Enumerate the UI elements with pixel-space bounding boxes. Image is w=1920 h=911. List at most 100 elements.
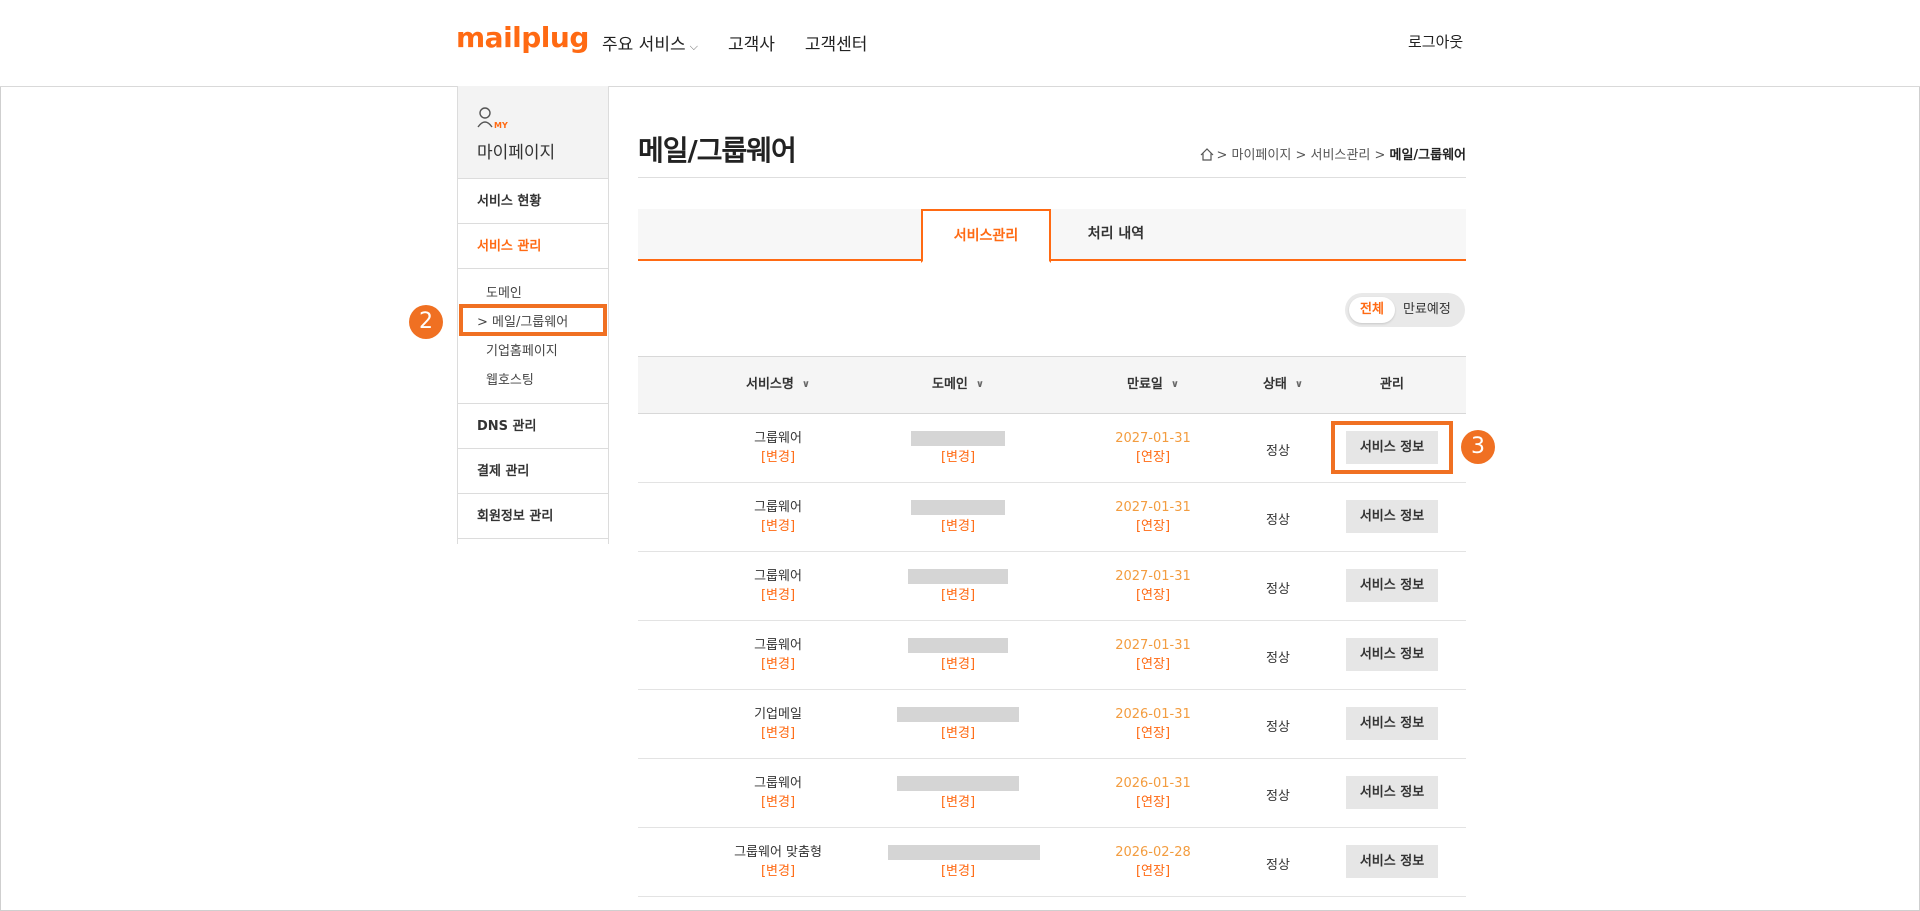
status-cell: 정상 bbox=[1266, 582, 1290, 597]
my-user-icon: MY bbox=[477, 107, 508, 130]
service-change-link[interactable]: [변경] bbox=[698, 724, 858, 743]
highlight-box-mail-menu bbox=[459, 304, 607, 336]
col-domain[interactable]: 도메인 ∨ bbox=[888, 357, 1028, 414]
table-row: 그룹웨어 맞춤형 [변경] [변경] 2026-02-28 [연장] 정상 서비스 정보 bbox=[638, 828, 1466, 897]
domain-cell: [변경] bbox=[888, 567, 1028, 605]
service-name-cell: 그룹웨어 [변경] bbox=[698, 774, 858, 812]
service-name: 그룹웨어 bbox=[754, 776, 802, 791]
col-label: 도메인 bbox=[931, 377, 968, 392]
expiry-cell: 2027-01-31 [연장] bbox=[1083, 636, 1223, 674]
breadcrumb-service-manage[interactable]: 서비스관리 bbox=[1310, 148, 1370, 163]
domain-cell: [변경] bbox=[888, 636, 1028, 674]
service-info-button[interactable]: 서비스 정보 bbox=[1346, 569, 1438, 602]
expiry-date: 2026-01-31 bbox=[1115, 707, 1191, 722]
service-change-link[interactable]: [변경] bbox=[698, 586, 858, 605]
step-marker-2: 2 bbox=[409, 305, 443, 339]
extend-link[interactable]: [연장] bbox=[1083, 862, 1223, 881]
domain-cell: [변경] bbox=[888, 498, 1028, 536]
nav-customers[interactable]: 고객사 bbox=[728, 30, 775, 55]
domain-change-link[interactable]: [변경] bbox=[888, 655, 1028, 674]
expiry-date: 2027-01-31 bbox=[1115, 638, 1191, 653]
service-name-cell: 그룹웨어 [변경] bbox=[698, 429, 858, 467]
domain-change-link[interactable]: [변경] bbox=[888, 448, 1028, 467]
domain-change-link[interactable]: [변경] bbox=[888, 793, 1028, 812]
mailplug-logo[interactable]: mailplug bbox=[456, 21, 589, 54]
service-info-button[interactable]: 서비스 정보 bbox=[1346, 707, 1438, 740]
service-change-link[interactable]: [변경] bbox=[698, 793, 858, 812]
expiry-cell: 2026-02-28 [연장] bbox=[1083, 843, 1223, 881]
col-service-name[interactable]: 서비스명 ∨ bbox=[698, 357, 858, 414]
domain-masked bbox=[911, 500, 1005, 515]
sidebar-item-member-info[interactable]: 회원정보 관리 bbox=[458, 494, 608, 539]
breadcrumb-mypage[interactable]: 마이페이지 bbox=[1231, 148, 1291, 163]
sidebar-subitem-homepage[interactable]: 기업홈페이지 bbox=[458, 337, 608, 366]
table-row: 그룹웨어 [변경] [변경] 2026-01-31 [연장] 정상 서비스 정보 bbox=[638, 759, 1466, 828]
expiry-date: 2026-02-28 bbox=[1115, 845, 1191, 860]
service-name-cell: 기업메일 [변경] bbox=[698, 705, 858, 743]
service-info-button[interactable]: 서비스 정보 bbox=[1346, 776, 1438, 809]
extend-link[interactable]: [연장] bbox=[1083, 517, 1223, 536]
table-row: 그룹웨어 [변경] [변경] 2027-01-31 [연장] 정상 서비스 정보 bbox=[638, 552, 1466, 621]
service-change-link[interactable]: [변경] bbox=[698, 655, 858, 674]
sort-chevron-icon: ∨ bbox=[801, 379, 810, 390]
service-info-button[interactable]: 서비스 정보 bbox=[1346, 638, 1438, 671]
extend-link[interactable]: [연장] bbox=[1083, 724, 1223, 743]
sidebar-item-service-status[interactable]: 서비스 현황 bbox=[458, 179, 608, 224]
service-change-link[interactable]: [변경] bbox=[698, 862, 858, 881]
sidebar-subitem-webhosting[interactable]: 웹호스팅 bbox=[458, 366, 608, 395]
domain-change-link[interactable]: [변경] bbox=[888, 586, 1028, 605]
table-header: 서비스명 ∨ 도메인 ∨ 만료일 ∨ 상태 ∨ 관리 bbox=[638, 356, 1466, 414]
tab-history[interactable]: 처리 내역 bbox=[1051, 209, 1181, 261]
domain-change-link[interactable]: [변경] bbox=[888, 724, 1028, 743]
table-row: 그룹웨어 [변경] [변경] 2027-01-31 [연장] 정상 서비스 정보 bbox=[638, 621, 1466, 690]
top-header: mailplug 주요 서비스 ⌵ 고객사 고객센터 로그아웃 bbox=[0, 0, 1920, 87]
sidebar-item-payment[interactable]: 결제 관리 bbox=[458, 449, 608, 494]
service-name-cell: 그룹웨어 [변경] bbox=[698, 636, 858, 674]
domain-cell: [변경] bbox=[888, 774, 1028, 812]
page-title: 메일/그룹웨어 bbox=[638, 134, 797, 167]
expiry-cell: 2026-01-31 [연장] bbox=[1083, 774, 1223, 812]
extend-link[interactable]: [연장] bbox=[1083, 655, 1223, 674]
step-marker-3: 3 bbox=[1461, 430, 1495, 464]
extend-link[interactable]: [연장] bbox=[1083, 586, 1223, 605]
expiry-date: 2027-01-31 bbox=[1115, 569, 1191, 584]
logout-link[interactable]: 로그아웃 bbox=[1408, 31, 1463, 52]
domain-masked bbox=[897, 707, 1019, 722]
nav-main-services-label: 주요 서비스 bbox=[602, 35, 686, 55]
status-cell: 정상 bbox=[1266, 444, 1290, 459]
col-label: 만료일 bbox=[1126, 377, 1163, 392]
sidebar-item-service-manage[interactable]: 서비스 관리 bbox=[458, 224, 608, 269]
expiry-date: 2026-01-31 bbox=[1115, 776, 1191, 791]
tab-service-manage[interactable]: 서비스관리 bbox=[921, 209, 1051, 263]
filter-expiring-button[interactable]: 만료예정 bbox=[1403, 297, 1451, 323]
nav-support-center[interactable]: 고객센터 bbox=[805, 30, 868, 55]
expiry-date: 2027-01-31 bbox=[1115, 431, 1191, 446]
sort-chevron-icon: ∨ bbox=[1294, 379, 1304, 390]
service-info-button[interactable]: 서비스 정보 bbox=[1346, 500, 1438, 533]
domain-change-link[interactable]: [변경] bbox=[888, 517, 1028, 536]
service-info-button[interactable]: 서비스 정보 bbox=[1346, 845, 1438, 878]
status-cell: 정상 bbox=[1266, 720, 1290, 735]
home-icon[interactable] bbox=[1200, 148, 1214, 161]
service-change-link[interactable]: [변경] bbox=[698, 448, 858, 467]
breadcrumb-separator: > bbox=[1374, 148, 1386, 163]
col-label: 상태 bbox=[1262, 377, 1287, 392]
col-expiry[interactable]: 만료일 ∨ bbox=[1083, 357, 1223, 414]
title-divider bbox=[638, 177, 1466, 178]
domain-change-link[interactable]: [변경] bbox=[888, 862, 1028, 881]
domain-masked bbox=[908, 569, 1008, 584]
sidebar-title: 마이페이지 bbox=[477, 143, 556, 163]
filter-all-button[interactable]: 전체 bbox=[1349, 297, 1395, 323]
service-change-link[interactable]: [변경] bbox=[698, 517, 858, 536]
sidebar-item-dns[interactable]: DNS 관리 bbox=[458, 404, 608, 449]
service-name: 그룹웨어 bbox=[754, 431, 802, 446]
breadcrumb-separator: > bbox=[1216, 148, 1228, 163]
col-status[interactable]: 상태 ∨ bbox=[1248, 357, 1318, 414]
nav-main-services[interactable]: 주요 서비스 ⌵ bbox=[602, 30, 698, 55]
domain-masked bbox=[908, 638, 1008, 653]
status-cell: 정상 bbox=[1266, 513, 1290, 528]
table-row: 기업메일 [변경] [변경] 2026-01-31 [연장] 정상 서비스 정보 bbox=[638, 690, 1466, 759]
service-name: 그룹웨어 bbox=[754, 638, 802, 653]
extend-link[interactable]: [연장] bbox=[1083, 448, 1223, 467]
extend-link[interactable]: [연장] bbox=[1083, 793, 1223, 812]
